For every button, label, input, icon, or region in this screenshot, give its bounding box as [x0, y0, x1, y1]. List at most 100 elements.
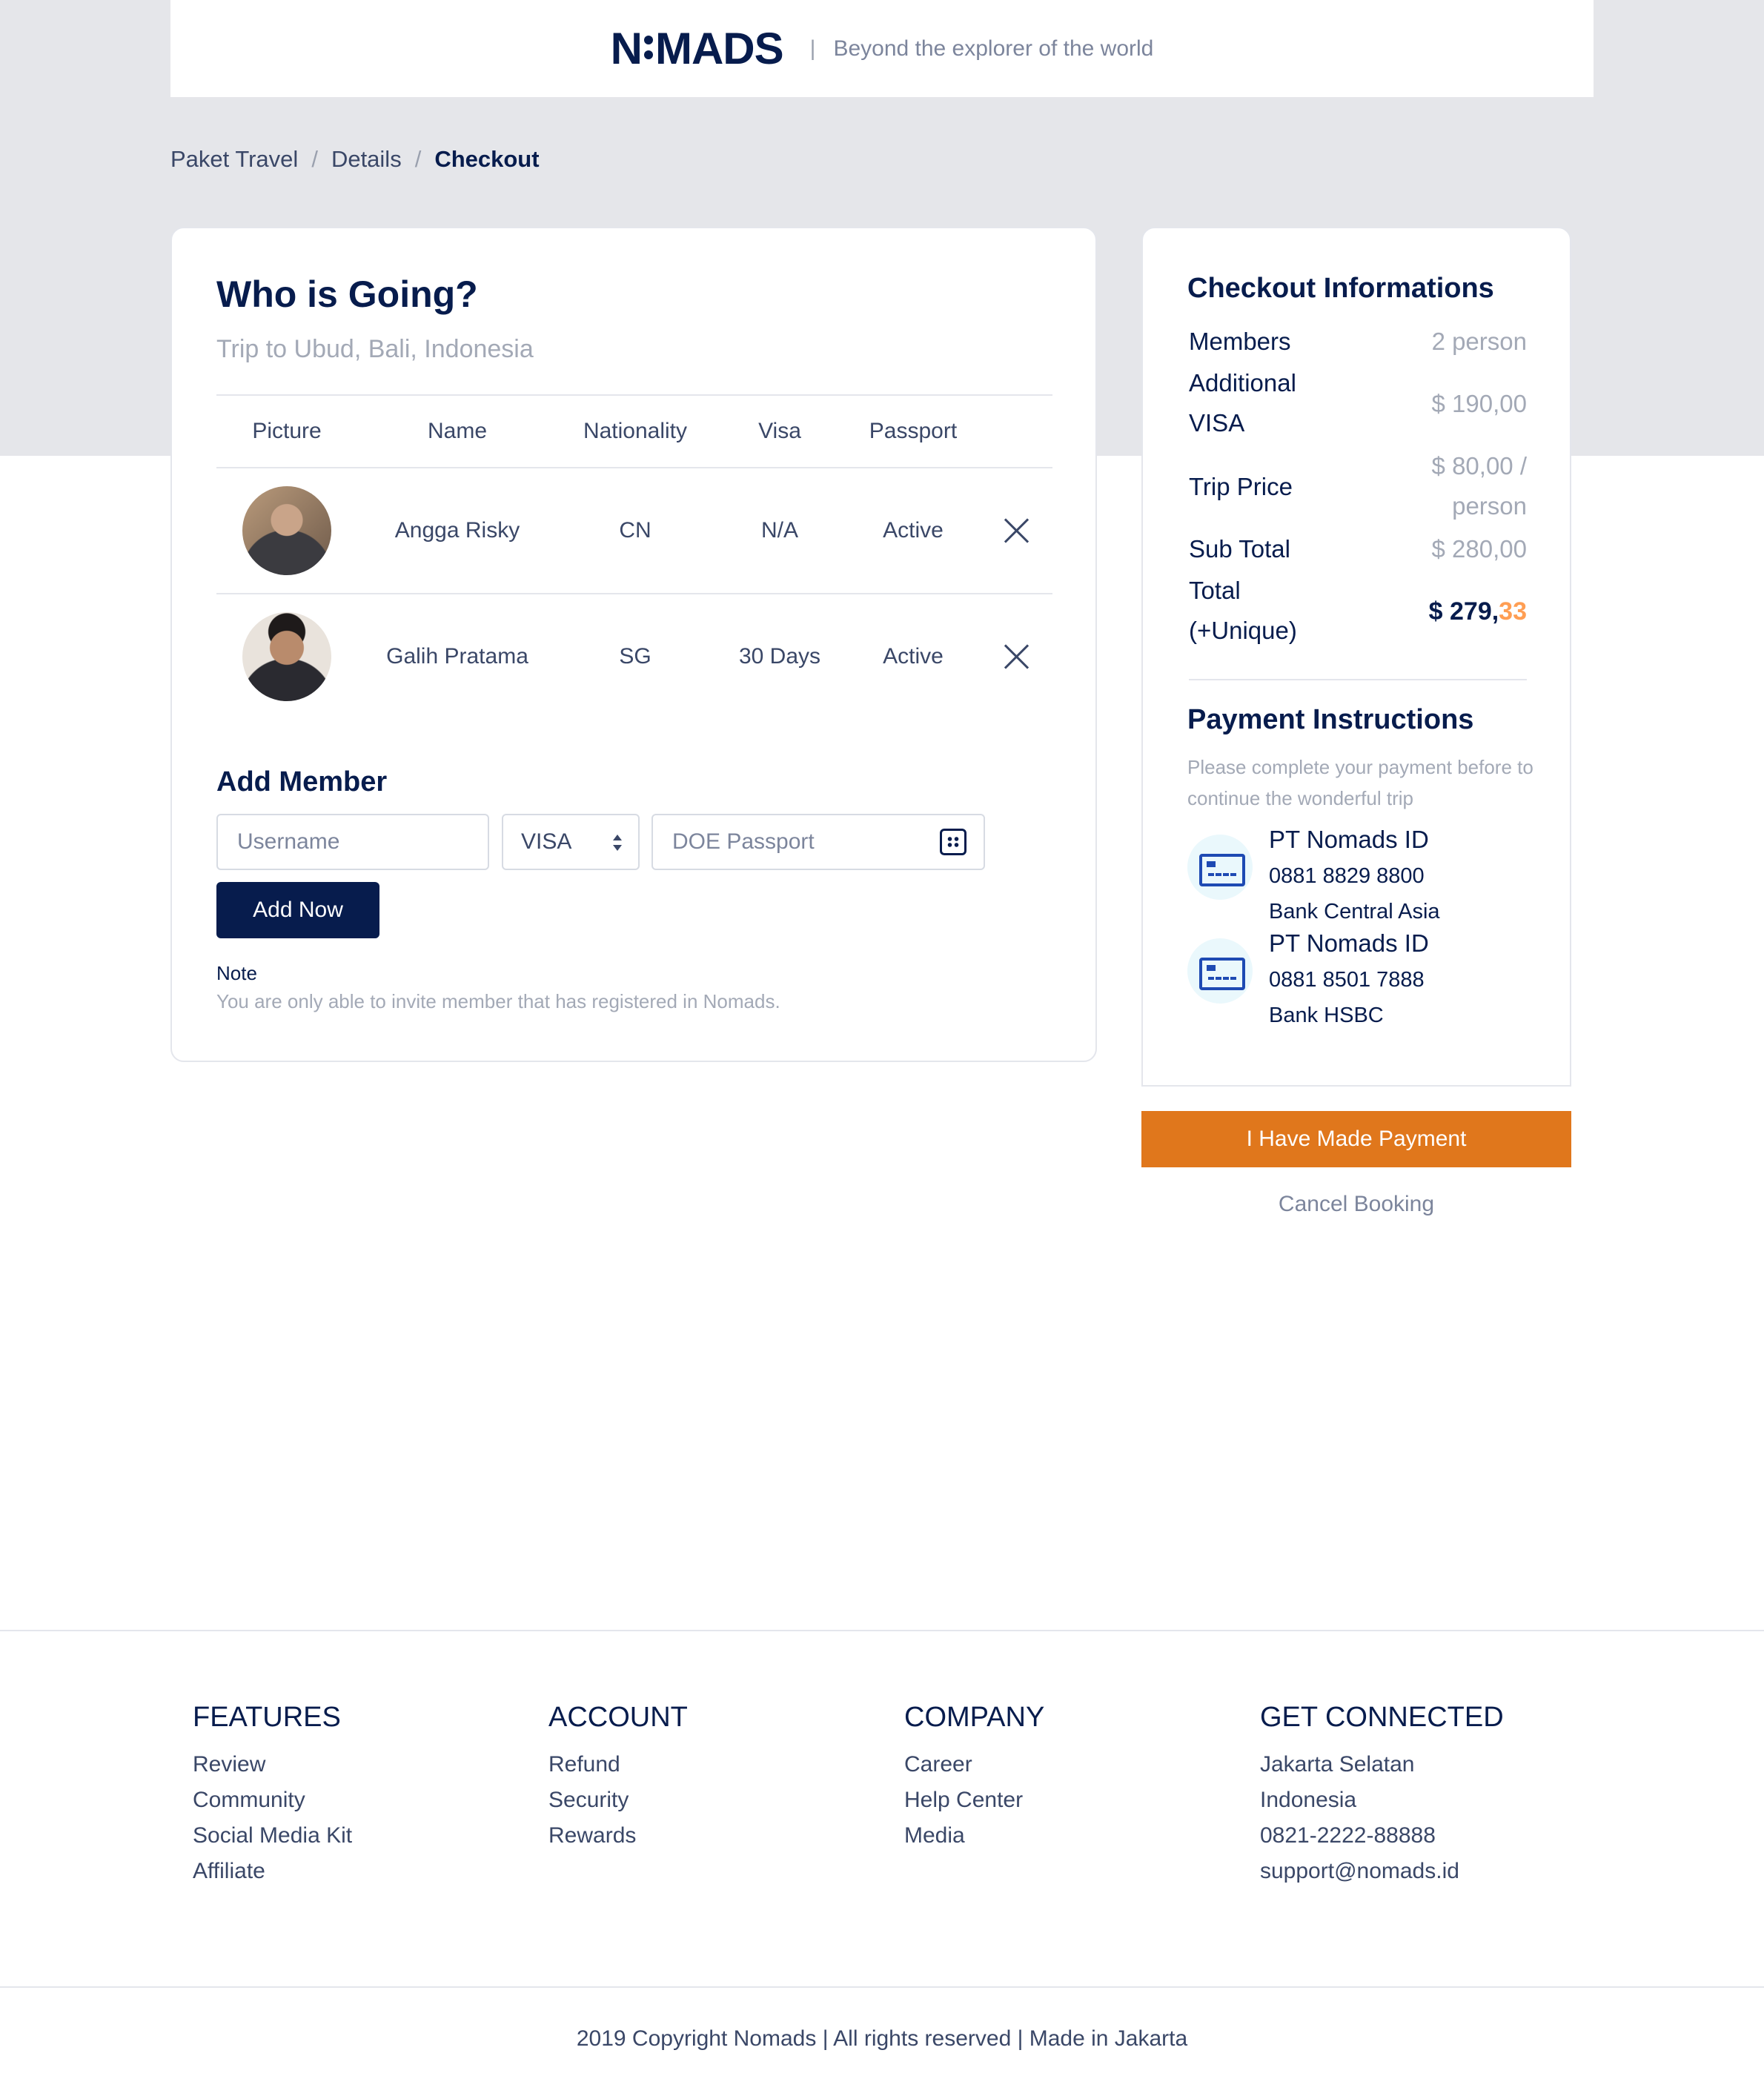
footer-link-review[interactable]: Review	[193, 1747, 352, 1782]
bank-account: PT Nomads ID 0881 8829 8800 Bank Central…	[1187, 826, 1536, 931]
footer-column-account: ACCOUNT Refund Security Rewards	[548, 1702, 688, 1854]
close-icon[interactable]	[1004, 643, 1030, 670]
credit-card-icon	[1187, 835, 1253, 900]
note-text: You are only able to invite member that …	[216, 990, 780, 1012]
remove-member-button[interactable]	[980, 468, 1054, 593]
tagline-separator: |	[809, 36, 816, 61]
select-arrows-icon	[613, 835, 622, 852]
footer-link-security[interactable]: Security	[548, 1782, 688, 1818]
add-now-button[interactable]: Add Now	[216, 882, 379, 938]
remove-member-button[interactable]	[980, 594, 1054, 719]
column-header-name: Name	[427, 419, 488, 443]
bank-account: PT Nomads ID 0881 8501 7888 Bank HSBC	[1187, 929, 1536, 1035]
visa-value: $ 190,00	[1431, 390, 1527, 417]
bank-account-name: PT Nomads ID	[1269, 929, 1429, 957]
bank-name: Bank HSBC	[1269, 1004, 1384, 1027]
footer-heading: FEATURES	[193, 1702, 341, 1733]
member-visa: 30 Days	[738, 644, 821, 669]
column-header-visa: Visa	[758, 419, 801, 443]
footer-address-country: Indonesia	[1260, 1788, 1357, 1812]
member-nationality: CN	[619, 518, 651, 543]
subtotal-value: $ 280,00	[1431, 535, 1527, 563]
add-member-title: Add Member	[216, 766, 388, 797]
avatar	[242, 612, 331, 701]
visa-row: Additional VISA $ 190,00	[1189, 363, 1527, 446]
table-header: Picture Name Nationality Visa Passport	[216, 394, 1052, 467]
site-header: N MADS | Beyond the explorer of the worl…	[170, 0, 1594, 97]
breadcrumb-paket-travel[interactable]: Paket Travel	[170, 146, 298, 173]
footer-email[interactable]: support@nomads.id	[1260, 1854, 1504, 1889]
footer-heading: COMPANY	[904, 1702, 1045, 1733]
footer-link-rewards[interactable]: Rewards	[548, 1818, 688, 1854]
logo-o-mark	[642, 33, 655, 65]
note-label: Note	[216, 962, 257, 984]
table-row: Galih Pratama SG 30 Days Active	[216, 593, 1052, 719]
checkout-card: Checkout Informations Members 2 person A…	[1141, 227, 1571, 1087]
made-payment-button[interactable]: I Have Made Payment	[1141, 1111, 1571, 1167]
bank-name: Bank Central Asia	[1269, 900, 1440, 923]
total-row: Total (+Unique) $ 279,33	[1189, 571, 1527, 654]
trip-price-label: Trip Price	[1189, 473, 1293, 500]
avatar	[242, 486, 331, 575]
divider	[1189, 679, 1527, 680]
total-label-line2: (+Unique)	[1189, 617, 1297, 644]
avatar-cell	[216, 468, 357, 593]
footer-link-career[interactable]: Career	[904, 1747, 1044, 1782]
trip-price-value-line1: $ 80,00 /	[1431, 452, 1527, 480]
footer-address-city: Jakarta Selatan	[1260, 1752, 1415, 1777]
member-passport: Active	[883, 644, 944, 669]
footer-link-community[interactable]: Community	[193, 1782, 352, 1818]
member-name: Galih Pratama	[386, 644, 528, 669]
column-header-picture: Picture	[252, 419, 322, 443]
close-icon[interactable]	[1004, 517, 1030, 544]
page-title: Who is Going?	[216, 273, 478, 315]
visa-label-line2: VISA	[1189, 409, 1245, 437]
footer-phone[interactable]: 0821-2222-88888	[1260, 1818, 1504, 1854]
subtotal-label: Sub Total	[1189, 535, 1290, 563]
copyright-text: 2019 Copyright Nomads | All rights reser…	[576, 2026, 1188, 2051]
visa-select[interactable]: VISA	[502, 814, 640, 870]
footer-divider	[0, 1630, 1764, 1631]
footer-link-refund[interactable]: Refund	[548, 1747, 688, 1782]
breadcrumb-separator: /	[311, 146, 318, 172]
cancel-booking-link[interactable]: Cancel Booking	[1141, 1192, 1571, 1217]
bank-account-number: 0881 8501 7888	[1269, 968, 1425, 992]
members-row: Members 2 person	[1189, 322, 1527, 363]
footer-link-media[interactable]: Media	[904, 1818, 1044, 1854]
members-table: Picture Name Nationality Visa Passport A…	[216, 394, 1052, 719]
visa-select-value: VISA	[521, 829, 572, 854]
username-input[interactable]	[216, 814, 489, 870]
members-card: Who is Going? Trip to Ubud, Bali, Indone…	[170, 227, 1097, 1062]
checkout-title: Checkout Informations	[1187, 273, 1494, 304]
footer-link-affiliate[interactable]: Affiliate	[193, 1854, 352, 1889]
member-visa: N/A	[760, 518, 798, 543]
member-nationality: SG	[619, 644, 651, 669]
trip-subtitle: Trip to Ubud, Bali, Indonesia	[216, 335, 534, 363]
total-value-cents: 33	[1499, 597, 1527, 626]
avatar-cell	[216, 594, 357, 719]
trip-price-row: Trip Price $ 80,00 / person	[1189, 446, 1527, 529]
column-header-nationality: Nationality	[583, 419, 688, 443]
calendar-icon[interactable]	[940, 829, 966, 855]
column-header-passport: Passport	[869, 419, 958, 443]
footer-column-get-connected: GET CONNECTED Jakarta Selatan Indonesia …	[1260, 1702, 1504, 1889]
breadcrumb-separator: /	[414, 146, 422, 172]
footer-heading: ACCOUNT	[548, 1702, 688, 1733]
logo-text-right: MADS	[654, 24, 784, 73]
total-value: $ 279,33	[1429, 591, 1527, 631]
doe-passport-input[interactable]	[651, 814, 985, 870]
credit-card-icon	[1187, 938, 1253, 1004]
subtotal-row: Sub Total $ 280,00	[1189, 529, 1527, 571]
visa-label-line1: Additional	[1189, 369, 1296, 397]
footer-link-social-media-kit[interactable]: Social Media Kit	[193, 1818, 352, 1854]
footer-column-company: COMPANY Career Help Center Media	[904, 1702, 1044, 1854]
tagline-text: Beyond the explorer of the world	[833, 36, 1154, 61]
bank-account-name: PT Nomads ID	[1269, 826, 1429, 853]
breadcrumb-details[interactable]: Details	[331, 146, 402, 173]
logo-text-left: N	[610, 24, 643, 73]
total-label-line1: Total	[1189, 577, 1241, 604]
footer-link-help-center[interactable]: Help Center	[904, 1782, 1044, 1818]
tagline: | Beyond the explorer of the world	[810, 36, 1154, 62]
total-value-main: $ 279,	[1428, 597, 1499, 626]
nomads-logo[interactable]: N MADS	[610, 23, 784, 74]
